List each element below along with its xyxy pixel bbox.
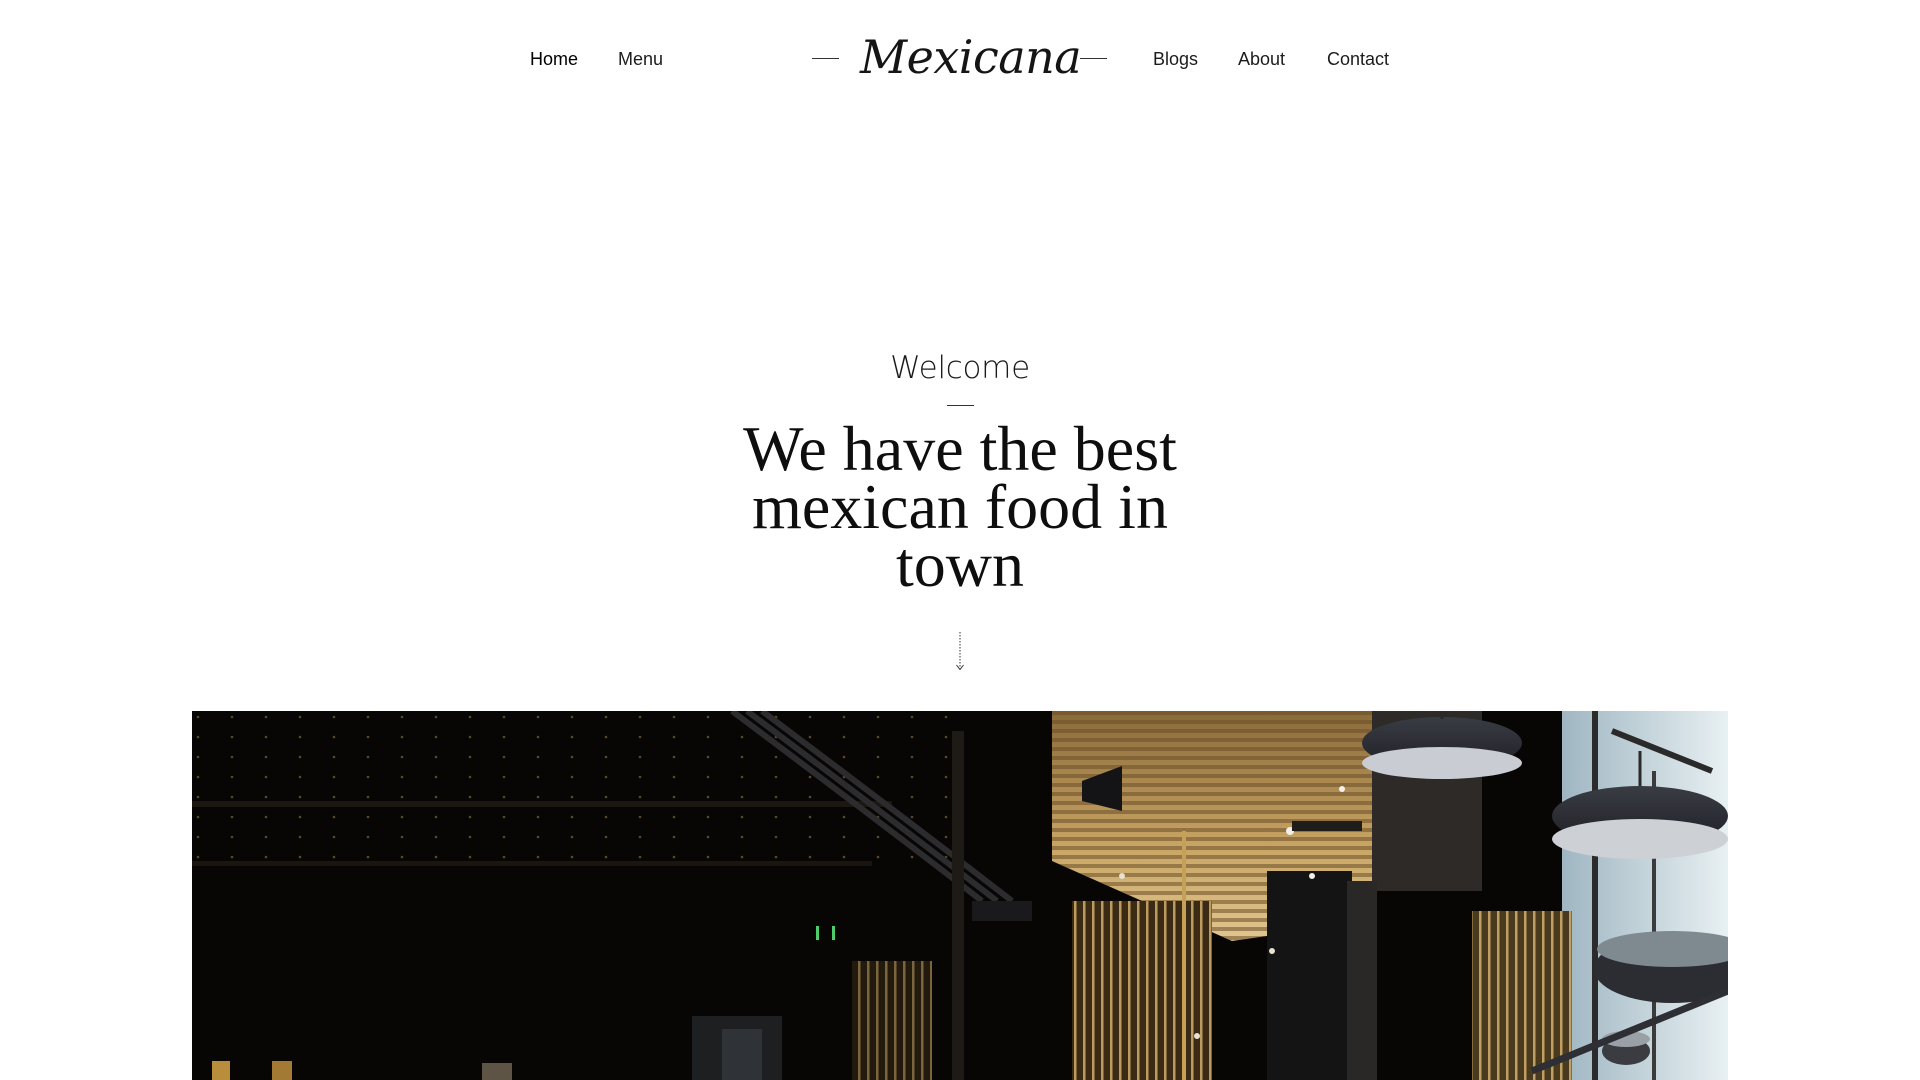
nav-link-blogs[interactable]: Blogs — [1153, 48, 1198, 70]
headline-line-3: town — [896, 529, 1024, 600]
brand-logo[interactable]: Mexicana — [812, 26, 1108, 88]
nav-link-about[interactable]: About — [1238, 48, 1285, 70]
headline-line-1: We have the best — [743, 413, 1177, 484]
hero-headline: We have the best mexican food in town — [660, 413, 1260, 600]
hero-section: Welcome We have the best mexican food in… — [660, 340, 1260, 600]
nav-link-contact[interactable]: Contact — [1327, 48, 1389, 70]
restaurant-interior-photo — [192, 711, 1728, 1080]
hero-divider — [946, 405, 974, 406]
headline-line-2: mexican food in — [752, 471, 1168, 542]
logo-left-dash — [812, 58, 839, 59]
top-navigation: Home Menu Mexicana Blogs About Contact — [0, 0, 1920, 120]
logo-right-dash — [1080, 58, 1107, 59]
page: Home Menu Mexicana Blogs About Contact W… — [0, 0, 1920, 1080]
logo-text: Mexicana — [860, 30, 1082, 84]
hero-eyebrow: Welcome — [890, 350, 1030, 386]
nav-link-menu[interactable]: Menu — [618, 48, 663, 70]
scroll-down-icon[interactable] — [950, 630, 970, 674]
restaurant-photo-illustration — [192, 711, 1728, 1080]
nav-link-home[interactable]: Home — [530, 48, 578, 70]
